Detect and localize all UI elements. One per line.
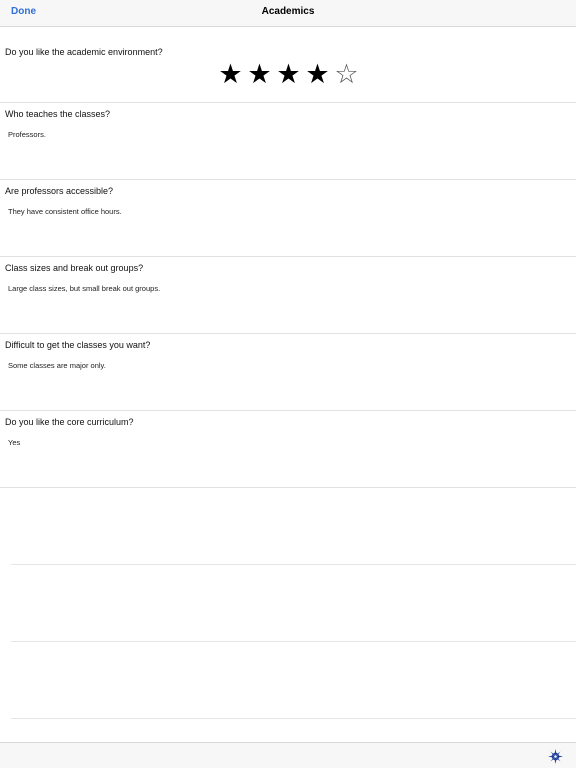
compass-icon[interactable]: [548, 749, 563, 764]
star-2-icon[interactable]: ★: [245, 60, 274, 90]
question-label: Who teaches the classes?: [5, 109, 111, 119]
answer-field[interactable]: Professors.: [8, 130, 548, 139]
question-label: Do you like the core curriculum?: [5, 417, 134, 427]
question-block-class-sizes: Class sizes and break out groups? Large …: [0, 257, 576, 334]
question-block-core-curriculum: Do you like the core curriculum? Yes: [0, 411, 576, 488]
empty-row: [11, 565, 576, 642]
answer-field[interactable]: Some classes are major only.: [8, 361, 548, 370]
star-rating[interactable]: ★ ★ ★ ★ ☆: [216, 60, 361, 90]
star-3-icon[interactable]: ★: [274, 60, 303, 90]
star-5-icon[interactable]: ☆: [332, 60, 361, 90]
empty-row: [11, 642, 576, 719]
question-block-accessibility: Are professors accessible? They have con…: [0, 180, 576, 257]
bottom-toolbar: [0, 742, 576, 768]
rating-question: Do you like the academic environment?: [5, 47, 163, 57]
empty-row: [11, 488, 576, 565]
answer-field[interactable]: They have consistent office hours.: [8, 207, 548, 216]
question-label: Class sizes and break out groups?: [5, 263, 144, 273]
form-content: Do you like the academic environment? ★ …: [0, 27, 576, 719]
star-4-icon[interactable]: ★: [303, 60, 332, 90]
rating-section: Do you like the academic environment? ★ …: [0, 27, 576, 103]
page-title: Academics: [261, 6, 315, 17]
answer-field[interactable]: Yes: [8, 438, 548, 447]
question-block-class-availability: Difficult to get the classes you want? S…: [0, 334, 576, 411]
star-1-icon[interactable]: ★: [216, 60, 245, 90]
question-label: Difficult to get the classes you want?: [5, 340, 151, 350]
app-window: Done Academics Do you like the academic …: [0, 0, 576, 768]
navigation-bar: Done Academics: [0, 0, 576, 27]
question-block-teachers: Who teaches the classes? Professors.: [0, 103, 576, 180]
question-label: Are professors accessible?: [5, 186, 114, 196]
answer-field[interactable]: Large class sizes, but small break out g…: [8, 284, 548, 293]
